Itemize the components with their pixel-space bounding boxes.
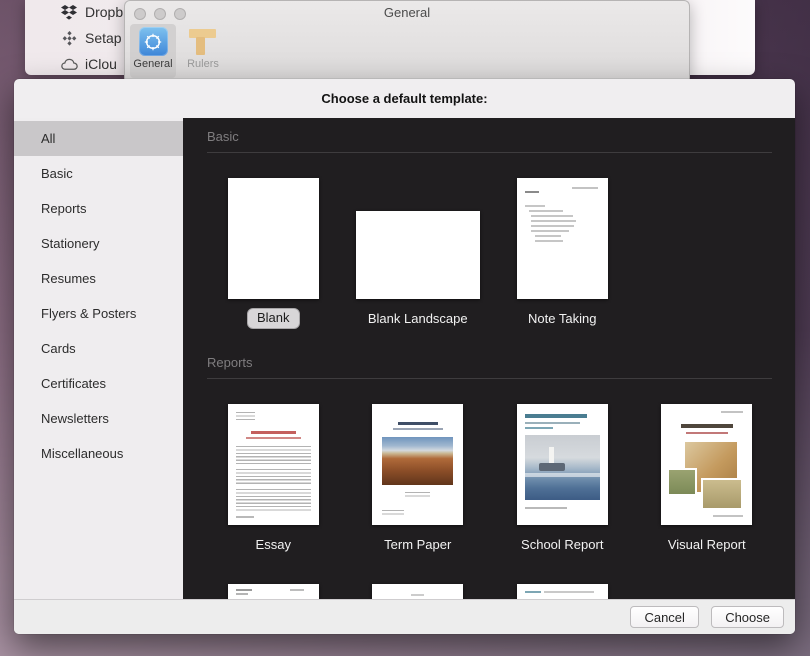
template-label-selected: Blank: [247, 308, 300, 329]
dropbox-icon: [60, 4, 78, 20]
template-school-report[interactable]: School Report: [490, 379, 635, 553]
cancel-button[interactable]: Cancel: [630, 606, 699, 628]
template-label: Term Paper: [384, 537, 451, 553]
template-partial-1[interactable]: [201, 553, 346, 599]
sidebar-item-label: Dropb: [85, 4, 123, 20]
template-label: Essay: [256, 537, 291, 553]
template-label: Blank Landscape: [368, 311, 468, 327]
category-certificates[interactable]: Certificates: [14, 366, 183, 401]
template-thumbnail: [517, 178, 608, 299]
template-essay[interactable]: Essay: [201, 379, 346, 553]
category-sidebar: All Basic Reports Stationery Resumes Fly…: [14, 118, 183, 599]
zebra-photo: [703, 480, 741, 508]
template-label: Visual Report: [668, 537, 746, 553]
category-flyers-posters[interactable]: Flyers & Posters: [14, 296, 183, 331]
category-cards[interactable]: Cards: [14, 331, 183, 366]
template-thumbnail: [228, 178, 319, 299]
sidebar-item-dropbox[interactable]: Dropb: [60, 4, 123, 20]
toolbar-tab-rulers[interactable]: Rulers: [180, 24, 226, 78]
canyon-photo: [382, 437, 453, 485]
template-chooser-dialog: Choose a default template: All Basic Rep…: [14, 79, 795, 634]
section-title-basic: Basic: [207, 129, 772, 144]
toolbar-tab-general[interactable]: General: [130, 24, 176, 78]
dialog-title: Choose a default template:: [14, 79, 795, 118]
window-title: General: [125, 5, 689, 20]
template-visual-report[interactable]: Visual Report: [635, 379, 780, 553]
category-newsletters[interactable]: Newsletters: [14, 401, 183, 436]
template-thumbnail: [372, 404, 463, 525]
category-miscellaneous[interactable]: Miscellaneous: [14, 436, 183, 471]
template-gallery: Basic Blank Blank Landscape: [183, 118, 795, 599]
section-title-reports: Reports: [207, 355, 772, 370]
template-blank[interactable]: Blank: [201, 153, 346, 329]
template-thumbnail: [228, 584, 319, 599]
template-thumbnail: [661, 404, 752, 525]
template-partial-2[interactable]: [346, 553, 491, 599]
template-thumbnail: [356, 211, 480, 299]
icloud-icon: [60, 56, 78, 72]
preferences-window: General General Rulers: [124, 0, 690, 84]
toolbar-tab-label: Rulers: [187, 58, 219, 70]
template-label: Note Taking: [528, 311, 596, 327]
category-all[interactable]: All: [14, 121, 183, 156]
category-resumes[interactable]: Resumes: [14, 261, 183, 296]
setapp-icon: [60, 30, 78, 46]
dialog-footer: Cancel Choose: [14, 599, 795, 634]
sidebar-item-label: iClou: [85, 56, 117, 72]
elephant-photo: [669, 470, 695, 494]
template-thumbnail: [517, 584, 608, 599]
template-thumbnail: [517, 404, 608, 525]
template-term-paper[interactable]: Term Paper: [346, 379, 491, 553]
ruler-icon: [188, 27, 218, 56]
category-basic[interactable]: Basic: [14, 156, 183, 191]
template-note-taking[interactable]: Note Taking: [490, 153, 635, 329]
template-blank-landscape[interactable]: Blank Landscape: [346, 153, 491, 329]
sidebar-item-icloud[interactable]: iClou: [60, 56, 117, 72]
sidebar-item-setapp[interactable]: Setap: [60, 30, 122, 46]
category-reports[interactable]: Reports: [14, 191, 183, 226]
template-label: School Report: [521, 537, 603, 553]
desktop-wallpaper: Dropb Setap iClou General: [0, 0, 810, 656]
general-gear-icon: [139, 27, 168, 56]
choose-button[interactable]: Choose: [711, 606, 784, 628]
template-thumbnail: [228, 404, 319, 525]
template-partial-3[interactable]: [490, 553, 635, 599]
template-thumbnail: [372, 584, 463, 599]
toolbar-tab-label: General: [133, 58, 172, 70]
category-stationery[interactable]: Stationery: [14, 226, 183, 261]
lighthouse-photo: [525, 435, 600, 500]
sidebar-item-label: Setap: [85, 30, 122, 46]
